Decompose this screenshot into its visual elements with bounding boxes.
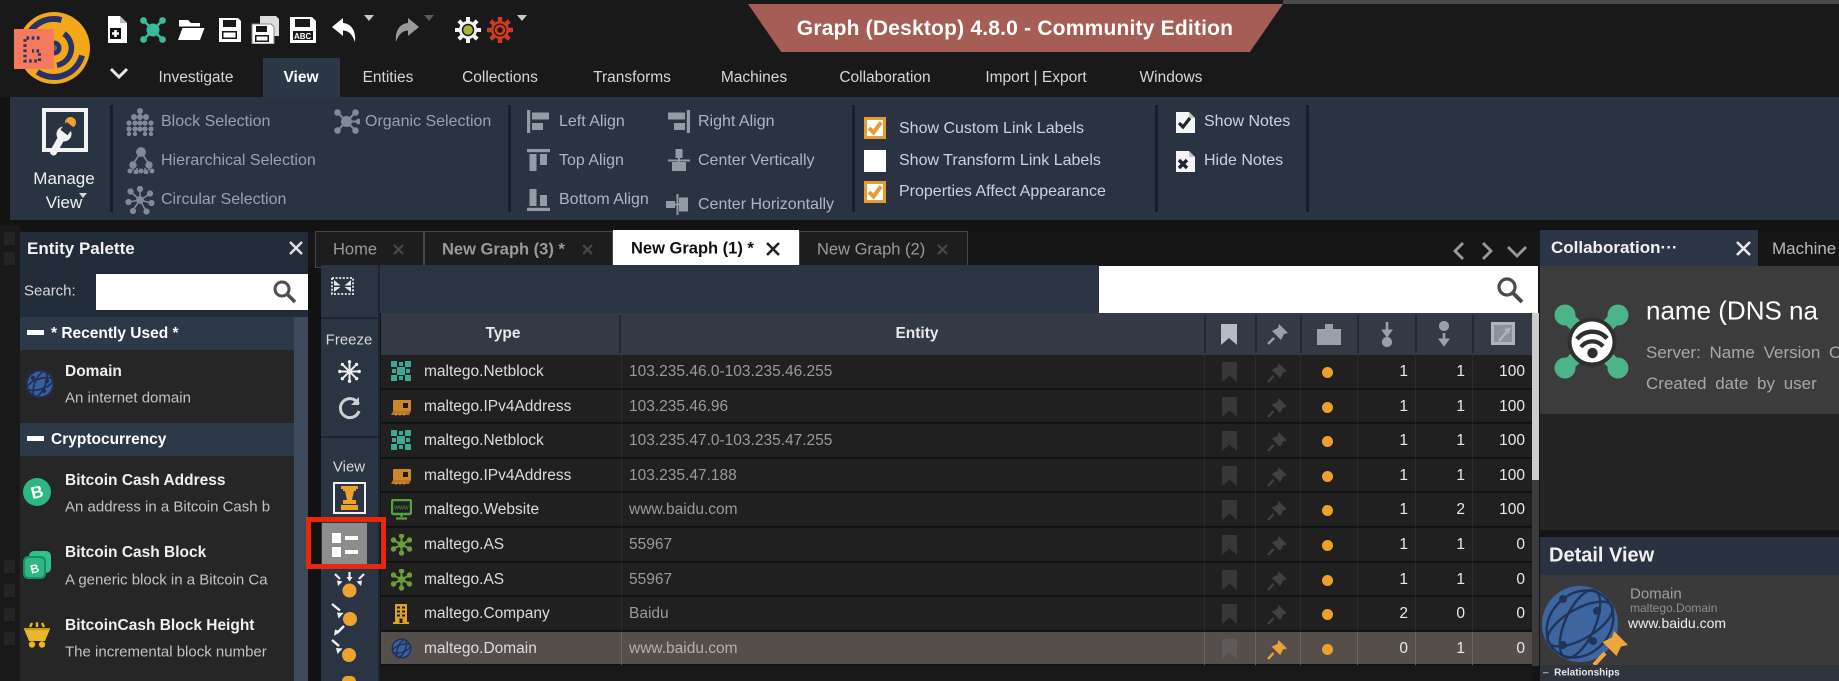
svg-text:WWW: WWW	[394, 506, 408, 512]
svg-text:ABC: ABC	[294, 32, 312, 41]
